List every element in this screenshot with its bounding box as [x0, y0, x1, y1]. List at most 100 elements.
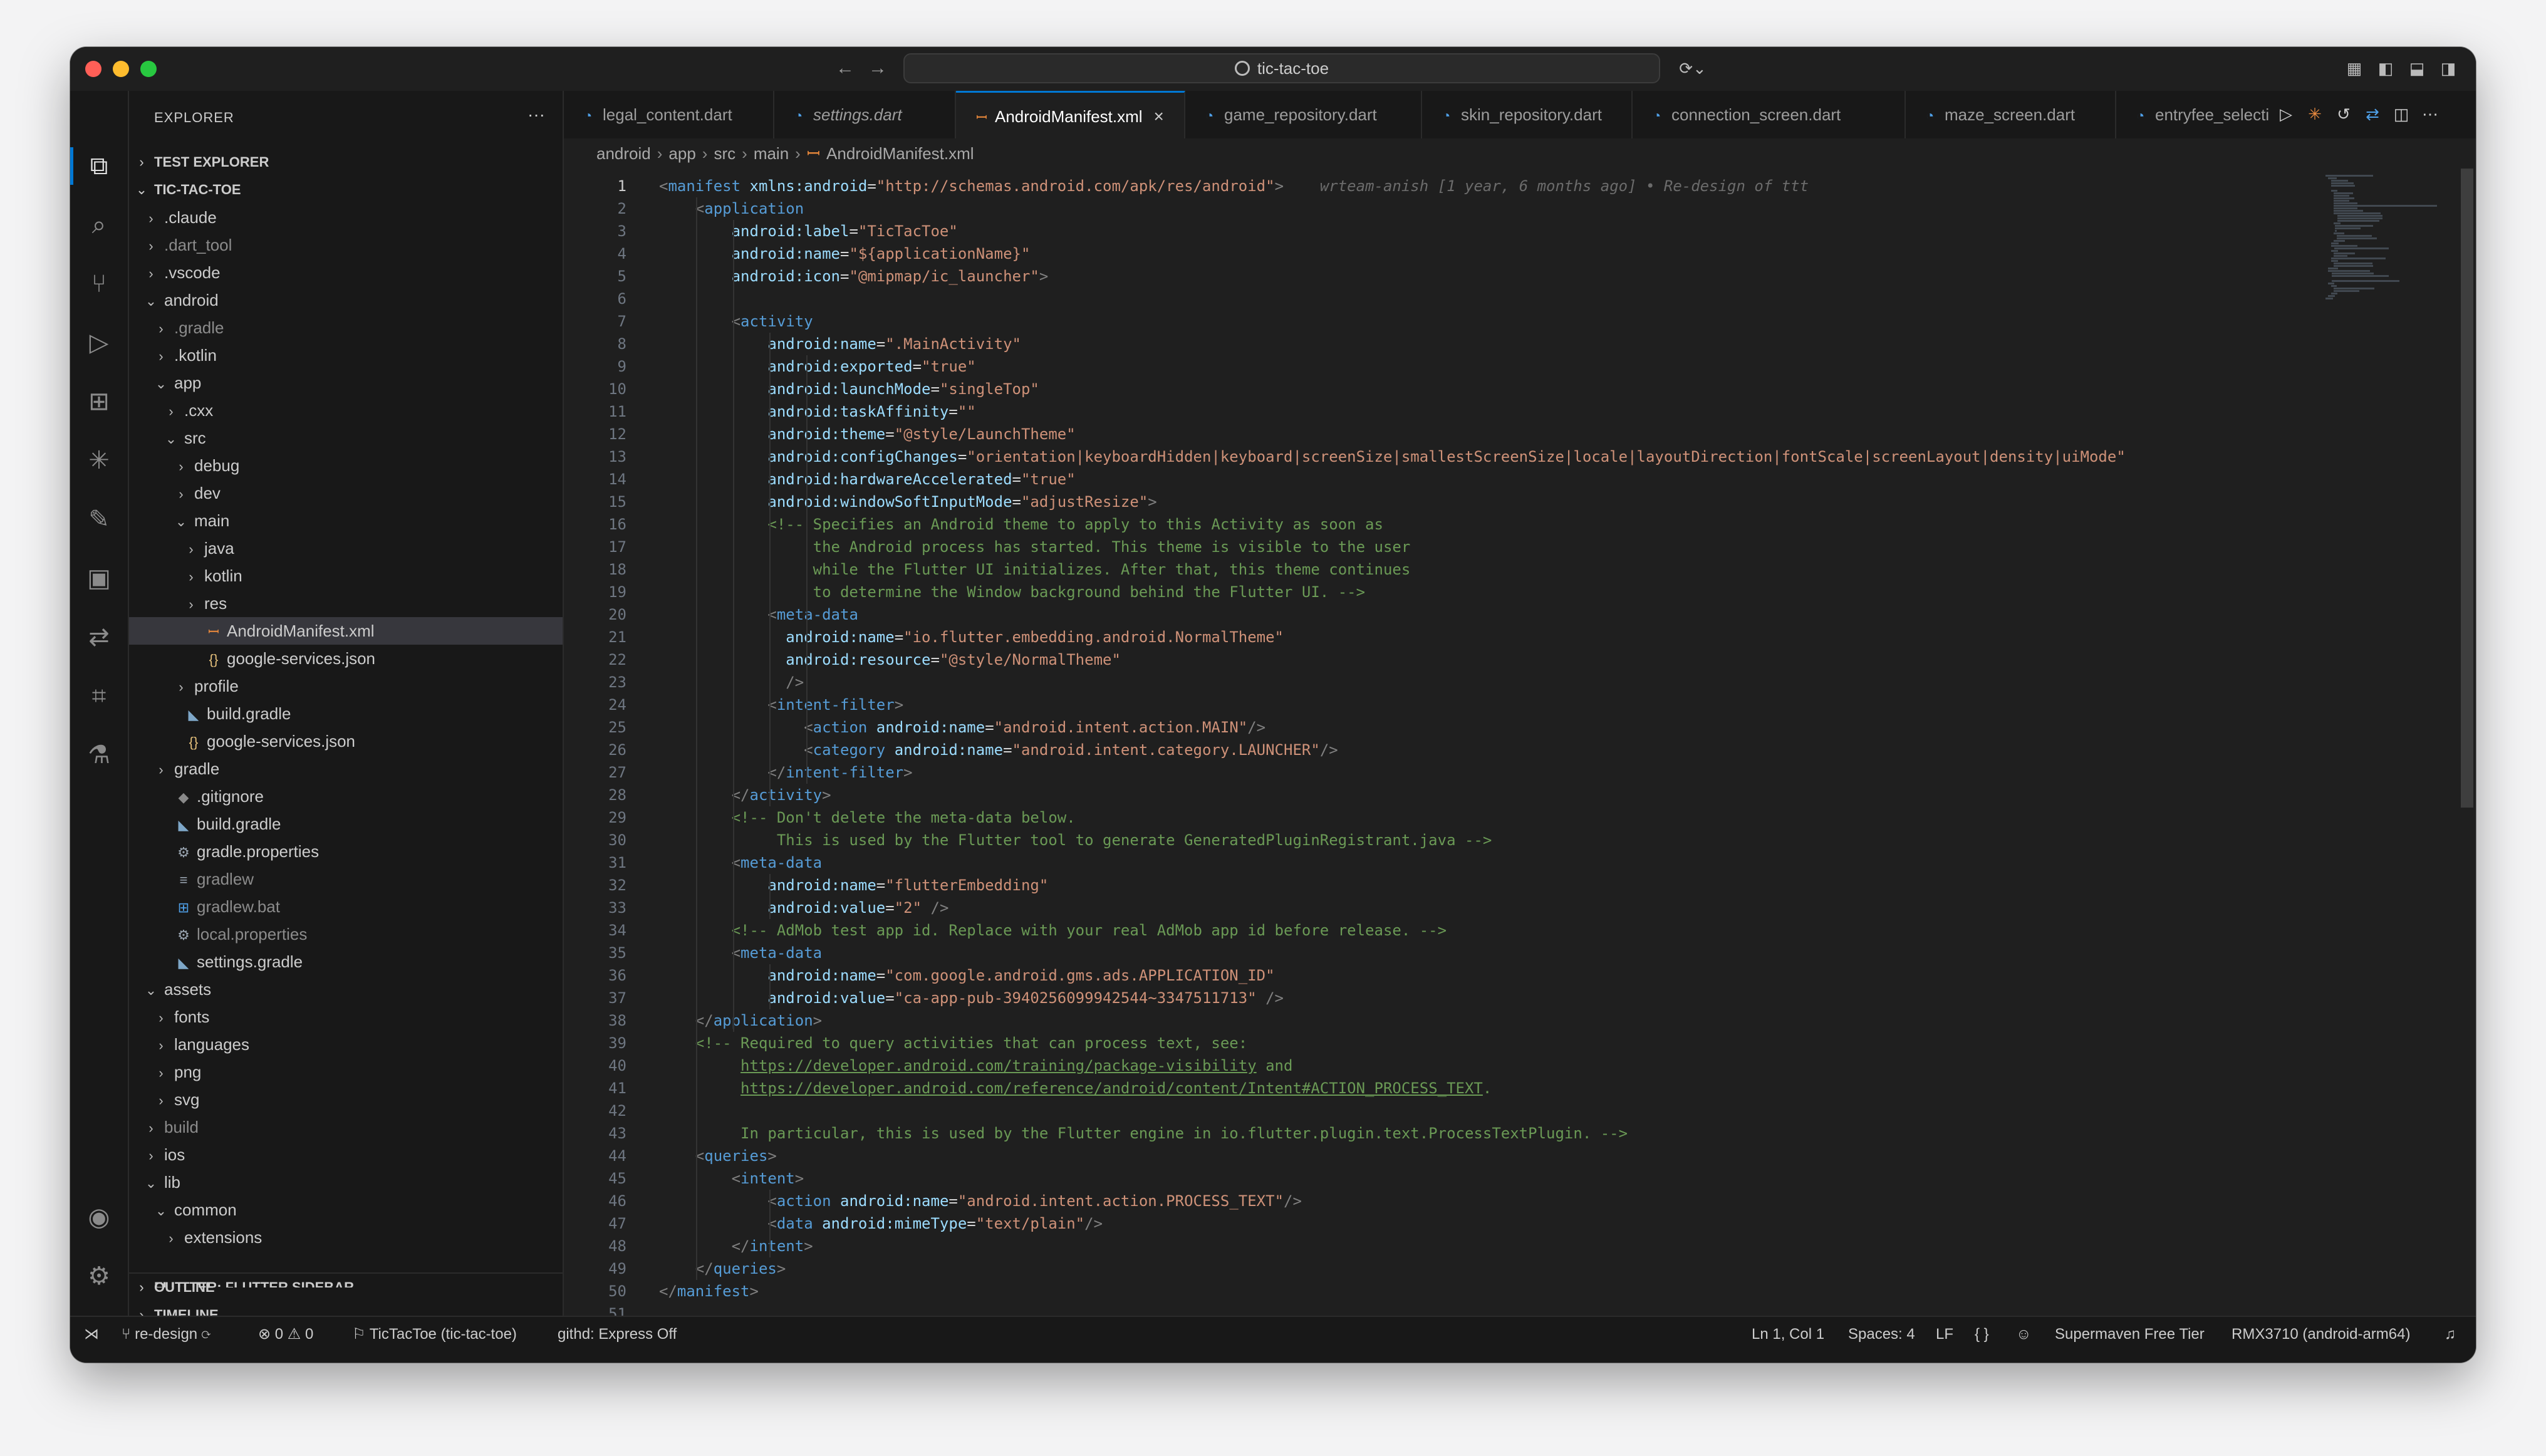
- indentation[interactable]: Spaces: 4: [1848, 1317, 1915, 1352]
- file-item[interactable]: ◣ settings.gradle: [129, 948, 563, 975]
- section-project-root[interactable]: ⌄ TIC-TAC-TOE: [129, 176, 563, 204]
- file-item[interactable]: ⚙ gradle.properties: [129, 838, 563, 865]
- tab-skin-repository-dart[interactable]: ◔ skin_repository.dart: [1422, 91, 1633, 138]
- explorer-icon[interactable]: ⧉: [84, 151, 114, 181]
- folder-item[interactable]: › .dart_tool: [129, 231, 563, 259]
- folder-item[interactable]: › .vscode: [129, 259, 563, 286]
- remote-icon[interactable]: ⋊: [84, 1317, 99, 1352]
- breadcrumb-main[interactable]: main: [754, 144, 789, 163]
- claude-icon[interactable]: ✳: [2304, 103, 2325, 125]
- tab-androidmanifest-xml[interactable]: ꟷ AndroidManifest.xml ×: [956, 91, 1185, 138]
- pen-icon[interactable]: ✎: [84, 504, 114, 534]
- account-icon[interactable]: ◉: [84, 1202, 114, 1232]
- copilot-status-icon[interactable]: ☺: [2016, 1317, 2032, 1352]
- scan-icon[interactable]: ⌗: [84, 681, 114, 711]
- file-item[interactable]: ꟷ AndroidManifest.xml: [129, 617, 563, 645]
- file-item[interactable]: ◣ build.gradle: [129, 810, 563, 838]
- end-of-line[interactable]: LF: [1936, 1317, 1953, 1352]
- more-actions-icon[interactable]: ⋯: [2419, 103, 2441, 125]
- source-control-branch[interactable]: ⑂ re-design ⟳: [122, 1317, 210, 1352]
- folder-item[interactable]: ⌄ src: [129, 424, 563, 452]
- toggle-secondary-sidebar-icon[interactable]: ◨: [2438, 58, 2458, 78]
- remote-sync-icon[interactable]: ⇄: [84, 622, 114, 652]
- folder-item[interactable]: ⌄ main: [129, 507, 563, 534]
- cursor-position[interactable]: Ln 1, Col 1: [1752, 1317, 1824, 1352]
- toggle-panel-icon[interactable]: ⬓: [2407, 58, 2427, 78]
- maximize-window-button[interactable]: [140, 61, 157, 77]
- layout-customize-icon[interactable]: ▦: [2344, 58, 2364, 78]
- file-item[interactable]: {} google-services.json: [129, 727, 563, 755]
- folder-item[interactable]: › kotlin: [129, 562, 563, 590]
- folder-item[interactable]: › .kotlin: [129, 341, 563, 369]
- compare-icon[interactable]: ⇄: [2362, 103, 2383, 125]
- language-mode[interactable]: { }: [1975, 1317, 1989, 1352]
- folder-item[interactable]: ⌄ common: [129, 1196, 563, 1224]
- preview-icon[interactable]: ▣: [84, 563, 114, 593]
- folder-item[interactable]: › ios: [129, 1141, 563, 1168]
- problems-indicator[interactable]: ⊗ 0 ⚠ 0: [258, 1317, 313, 1352]
- connected-device[interactable]: RMX3710 (android-arm64): [2232, 1317, 2410, 1352]
- timeline-icon[interactable]: ↺: [2333, 103, 2354, 125]
- extensions-icon[interactable]: ⊞: [84, 387, 114, 417]
- file-item[interactable]: ◆ .gitignore: [129, 783, 563, 810]
- folder-item[interactable]: ⌄ app: [129, 369, 563, 397]
- folder-item[interactable]: › .claude: [129, 204, 563, 231]
- minimap[interactable]: [2325, 175, 2451, 313]
- folder-item[interactable]: › png: [129, 1058, 563, 1086]
- folder-item[interactable]: › res: [129, 590, 563, 617]
- breadcrumb-android[interactable]: android: [596, 144, 651, 163]
- folder-item[interactable]: › dev: [129, 479, 563, 507]
- command-center-search[interactable]: tic-tac-toe: [903, 53, 1660, 83]
- folder-item[interactable]: › profile: [129, 672, 563, 700]
- settings-gear-icon[interactable]: ⚙: [84, 1261, 114, 1291]
- close-window-button[interactable]: [85, 61, 101, 77]
- file-item[interactable]: ◣ build.gradle: [129, 700, 563, 727]
- notifications-bell-icon[interactable]: ♫: [2445, 1317, 2456, 1352]
- file-item[interactable]: ⚙ local.properties: [129, 920, 563, 948]
- testing-flask-icon[interactable]: ⚗: [84, 740, 114, 770]
- explorer-more-actions[interactable]: ···: [527, 105, 545, 125]
- close-icon[interactable]: ×: [1154, 93, 1164, 138]
- tab-game-repository-dart[interactable]: ◔ game_repository.dart: [1185, 91, 1422, 138]
- tab-maze-screen-dart[interactable]: ◔ maze_screen.dart: [1906, 91, 2116, 138]
- file-item[interactable]: {} google-services.json: [129, 645, 563, 672]
- folder-item[interactable]: › build: [129, 1113, 563, 1141]
- tab-settings-dart[interactable]: ◔ settings.dart: [774, 91, 956, 138]
- split-editor-icon[interactable]: ◫: [2391, 103, 2412, 125]
- file-item[interactable]: ≡ gradlew: [129, 865, 563, 893]
- supermaven-status[interactable]: Supermaven Free Tier: [2055, 1317, 2205, 1352]
- back-arrow-icon[interactable]: ←: [836, 55, 855, 82]
- folder-item[interactable]: › java: [129, 534, 563, 562]
- tab-connection-screen-dart[interactable]: ◔ connection_screen.dart: [1633, 91, 1906, 138]
- run-icon[interactable]: ▷: [2275, 103, 2297, 125]
- tab-legal-content-dart[interactable]: ◔ legal_content.dart: [564, 91, 774, 138]
- forward-arrow-icon[interactable]: →: [868, 55, 887, 82]
- section-outline[interactable]: › OUTLINE: [129, 1274, 563, 1301]
- search-icon[interactable]: ⌕: [84, 210, 114, 240]
- flutter-device-target[interactable]: ⚐ TicTacToe (tic-tac-toe): [352, 1317, 517, 1352]
- breadcrumb-app[interactable]: app: [668, 144, 695, 163]
- source-control-icon[interactable]: ⑂: [84, 269, 114, 299]
- toggle-sidebar-icon[interactable]: ◧: [2376, 58, 2396, 78]
- folder-item[interactable]: › fonts: [129, 1003, 563, 1031]
- editor-scrollbar[interactable]: [2461, 169, 2473, 808]
- folder-item[interactable]: › gradle: [129, 755, 563, 783]
- folder-item[interactable]: › extensions: [129, 1224, 563, 1251]
- folder-item[interactable]: › debug: [129, 452, 563, 479]
- claude-icon[interactable]: ✳: [84, 445, 114, 476]
- folder-item[interactable]: › .gradle: [129, 314, 563, 341]
- folder-item[interactable]: › languages: [129, 1031, 563, 1058]
- copilot-icon[interactable]: ⟳⌄: [1674, 58, 1712, 78]
- folder-item[interactable]: ⌄ assets: [129, 975, 563, 1003]
- githd-status[interactable]: githd: Express Off: [558, 1317, 677, 1352]
- folder-item[interactable]: ⌄ lib: [129, 1168, 563, 1196]
- run-debug-icon[interactable]: ▷: [84, 328, 114, 358]
- folder-item[interactable]: ⌄ android: [129, 286, 563, 314]
- breadcrumb-file[interactable]: AndroidManifest.xml: [826, 144, 974, 163]
- minimize-window-button[interactable]: [113, 61, 129, 77]
- folder-item[interactable]: › .cxx: [129, 397, 563, 424]
- breadcrumb-src[interactable]: src: [714, 144, 735, 163]
- folder-item[interactable]: › svg: [129, 1086, 563, 1113]
- code-editor[interactable]: 1 <manifest xmlns:android="http://schemas…: [564, 169, 2476, 1316]
- file-item[interactable]: ⊞ gradlew.bat: [129, 893, 563, 920]
